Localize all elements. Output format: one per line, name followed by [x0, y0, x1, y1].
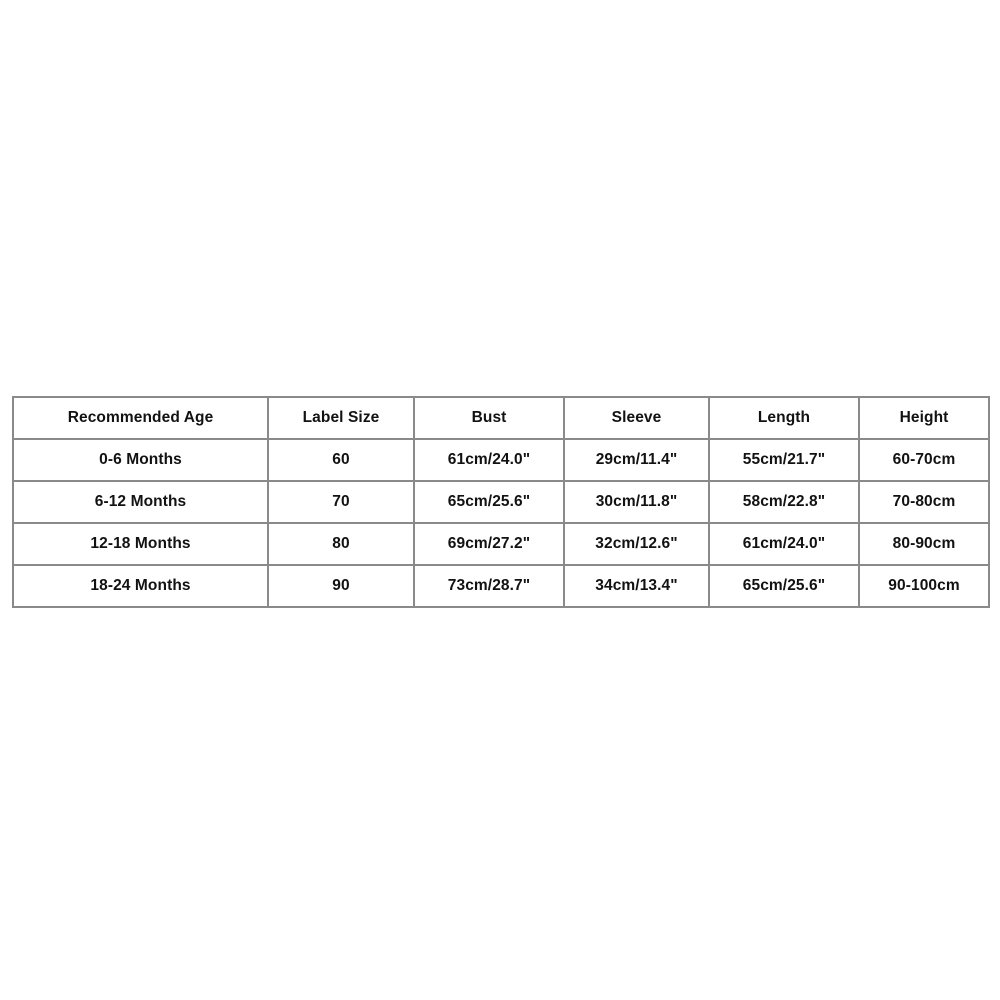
cell-height: 80-90cm	[858, 522, 990, 566]
column-header-bust: Bust	[413, 396, 565, 440]
cell-bust: 73cm/28.7"	[413, 564, 565, 608]
cell-sleeve: 29cm/11.4"	[563, 438, 710, 482]
cell-height: 60-70cm	[858, 438, 990, 482]
cell-recommended-age: 6-12 Months	[12, 480, 269, 524]
cell-label-size: 60	[267, 438, 415, 482]
cell-bust: 65cm/25.6"	[413, 480, 565, 524]
column-header-recommended-age: Recommended Age	[12, 396, 269, 440]
column-header-height: Height	[858, 396, 990, 440]
table-row: 18-24 Months 90 73cm/28.7" 34cm/13.4" 65…	[12, 564, 990, 608]
cell-height: 70-80cm	[858, 480, 990, 524]
cell-length: 58cm/22.8"	[708, 480, 860, 524]
size-chart-container: Recommended Age Label Size Bust Sleeve L…	[12, 396, 990, 608]
cell-length: 55cm/21.7"	[708, 438, 860, 482]
cell-sleeve: 34cm/13.4"	[563, 564, 710, 608]
cell-length: 61cm/24.0"	[708, 522, 860, 566]
table-row: 12-18 Months 80 69cm/27.2" 32cm/12.6" 61…	[12, 522, 990, 566]
column-header-label-size: Label Size	[267, 396, 415, 440]
cell-label-size: 70	[267, 480, 415, 524]
cell-bust: 69cm/27.2"	[413, 522, 565, 566]
cell-recommended-age: 0-6 Months	[12, 438, 269, 482]
cell-recommended-age: 18-24 Months	[12, 564, 269, 608]
table-header-row: Recommended Age Label Size Bust Sleeve L…	[12, 396, 990, 440]
cell-length: 65cm/25.6"	[708, 564, 860, 608]
cell-height: 90-100cm	[858, 564, 990, 608]
cell-sleeve: 32cm/12.6"	[563, 522, 710, 566]
table-row: 6-12 Months 70 65cm/25.6" 30cm/11.8" 58c…	[12, 480, 990, 524]
column-header-sleeve: Sleeve	[563, 396, 710, 440]
cell-label-size: 90	[267, 564, 415, 608]
cell-label-size: 80	[267, 522, 415, 566]
cell-recommended-age: 12-18 Months	[12, 522, 269, 566]
cell-bust: 61cm/24.0"	[413, 438, 565, 482]
table-row: 0-6 Months 60 61cm/24.0" 29cm/11.4" 55cm…	[12, 438, 990, 482]
column-header-length: Length	[708, 396, 860, 440]
size-chart-table: Recommended Age Label Size Bust Sleeve L…	[12, 396, 990, 608]
cell-sleeve: 30cm/11.8"	[563, 480, 710, 524]
